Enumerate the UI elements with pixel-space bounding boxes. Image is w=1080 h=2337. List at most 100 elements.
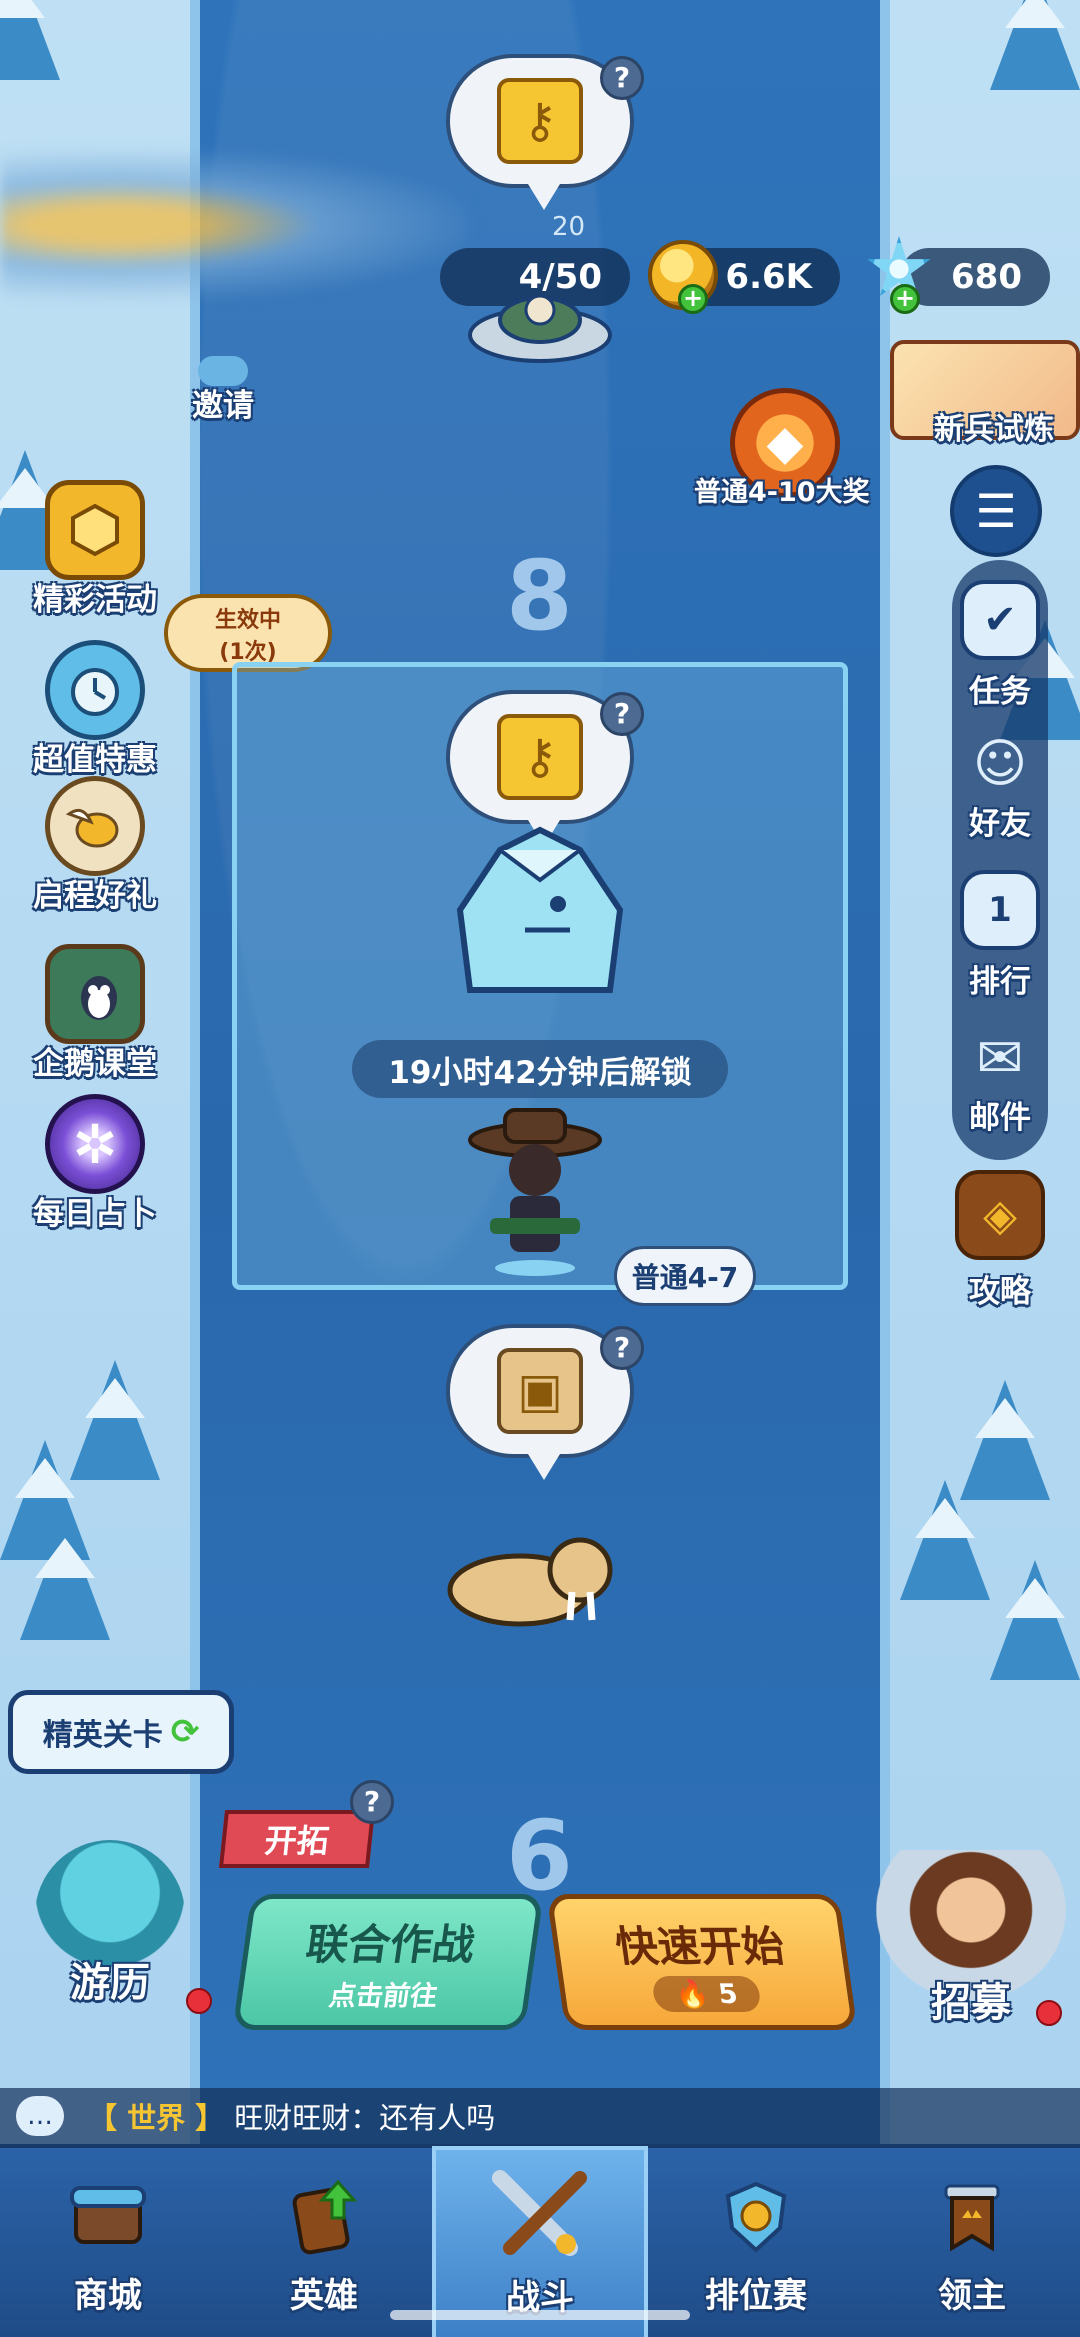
hero-card-icon	[216, 2178, 432, 2268]
quick-start-cost: 🔥 5	[650, 1975, 762, 2012]
chest-reward-icon: ▣	[497, 1348, 583, 1434]
recruit-trial-banner[interactable]: 新兵试炼	[890, 340, 1080, 447]
nav-shop[interactable]: 商城	[0, 2148, 216, 2337]
travel-button[interactable]: 游历	[10, 1840, 210, 2008]
joint-battle-subtitle: 点击前往	[326, 1981, 440, 2012]
pioneer-tag[interactable]: 开拓	[218, 1810, 376, 1868]
menu-icon: ☰	[975, 484, 1017, 538]
quick-start-cost-value: 5	[716, 1978, 740, 2010]
pine-tree	[900, 1480, 990, 1600]
pine-tree	[20, 1520, 110, 1640]
world-chat-bar[interactable]: … 【 世界 】 旺财旺财：还有人吗	[0, 2088, 1080, 2144]
travel-label: 游历	[70, 1960, 150, 2006]
friends-button[interactable]: ☺ 好友	[942, 724, 1058, 843]
recruit-notification-dot	[1036, 2000, 1062, 2026]
recruit-trial-label: 新兵试炼	[934, 412, 1054, 447]
ranking-label: 排行	[969, 964, 1031, 1000]
flame-icon: 🔥	[673, 1978, 712, 2010]
shop-chest-icon	[0, 2178, 216, 2268]
mail-label: 邮件	[969, 1100, 1031, 1136]
current-stage-tag: 普通4-7	[614, 1246, 756, 1306]
ranking-button[interactable]: 1 排行	[942, 870, 1058, 1001]
unlock-timer: 19小时42分钟后解锁	[352, 1040, 728, 1098]
treasure-chest-icon	[45, 480, 145, 580]
grand-prize-label: 普通4-10大奖	[694, 477, 870, 508]
gem-value: 680	[951, 257, 1022, 297]
invite-label: 邀请	[192, 388, 254, 424]
pine-tree	[990, 0, 1080, 90]
clipboard-icon: ✔	[960, 580, 1040, 660]
ice-yeti-boss[interactable]	[430, 820, 650, 1000]
tasks-label: 任务	[969, 674, 1031, 710]
gem-counter[interactable]: 680	[900, 248, 1050, 306]
daily-divination-button[interactable]: ✲ 每日占卜	[20, 1094, 170, 1233]
crystal-prize-icon: ◆	[766, 415, 804, 471]
help-icon[interactable]: ?	[600, 56, 644, 100]
joint-battle-button[interactable]: 联合作战 点击前往	[232, 1894, 544, 2030]
player-profile-blurred[interactable]	[0, 150, 470, 300]
level-badge: 20	[552, 212, 586, 242]
refresh-icon: ⟳	[170, 1712, 200, 1752]
nav-battle[interactable]: 战斗	[432, 2146, 648, 2337]
add-gems-button[interactable]: +	[890, 284, 920, 314]
journey-gift-label: 启程好礼	[33, 878, 157, 914]
envelope-icon: ✉	[976, 1025, 1024, 1091]
stopwatch-icon	[45, 640, 145, 740]
help-icon[interactable]: ?	[600, 692, 644, 736]
penguin-class-button[interactable]: 企鹅课堂	[20, 944, 170, 1083]
penguin-class-label: 企鹅课堂	[33, 1046, 157, 1082]
tasks-button[interactable]: ✔ 任务	[942, 580, 1058, 711]
chat-channel: 【 世界 】	[88, 2101, 225, 2135]
travel-notification-dot	[186, 1988, 212, 2014]
lord-banner-icon	[864, 2178, 1080, 2268]
home-indicator[interactable]	[390, 2310, 690, 2320]
elite-stages-label: 精英关卡	[42, 1718, 163, 1753]
crystal-ball-icon: ✲	[45, 1094, 145, 1194]
deals-label: 超值特惠	[33, 742, 157, 778]
elite-stages-button[interactable]: 精英关卡 ⟳	[8, 1690, 234, 1774]
penguin-teacher-icon	[45, 944, 145, 1044]
guide-button[interactable]: ◈ 攻略	[942, 1170, 1058, 1311]
guide-label: 攻略	[969, 1274, 1031, 1310]
chat-icon[interactable]: …	[16, 2096, 64, 2136]
friends-label: 好友	[969, 806, 1031, 842]
help-icon[interactable]: ?	[600, 1326, 644, 1370]
add-coins-button[interactable]: +	[678, 284, 708, 314]
daily-divination-label: 每日占卜	[33, 1196, 157, 1232]
turtle-enemy[interactable]	[460, 280, 620, 370]
winged-bird-icon	[45, 776, 145, 876]
bottom-navigation: 商城 英雄 战斗 排位赛 领主	[0, 2144, 1080, 2337]
nav-shop-label: 商城	[74, 2276, 142, 2316]
key-reward-icon: ⚷	[497, 78, 583, 164]
invite-button[interactable]: 邀请	[168, 356, 278, 425]
nav-heroes[interactable]: 英雄	[216, 2148, 432, 2337]
active-buff-title: 生效中	[214, 608, 281, 633]
guide-book-icon: ◈	[955, 1170, 1045, 1260]
nav-lord-label: 领主	[938, 2276, 1006, 2316]
pine-tree	[990, 1560, 1080, 1680]
active-buff-badge[interactable]: 生效中 (1次)	[164, 594, 332, 672]
pine-tree	[0, 0, 60, 80]
help-icon[interactable]: ?	[350, 1780, 394, 1824]
joint-battle-title: 联合作战	[303, 1920, 478, 1969]
key-reward-icon: ⚷	[497, 714, 583, 800]
nav-lord[interactable]: 领主	[864, 2148, 1080, 2337]
chat-message: 旺财旺财：还有人吗	[234, 2101, 496, 2135]
quick-start-title: 快速开始	[612, 1921, 788, 1971]
nav-ranked[interactable]: 排位赛	[648, 2148, 864, 2337]
stage-number-upper: 8	[506, 540, 573, 652]
podium-icon: 1	[960, 870, 1040, 950]
events-label: 精彩活动	[33, 582, 157, 618]
mail-button[interactable]: ✉ 邮件	[942, 1018, 1058, 1137]
friends-icon: ☺	[972, 734, 1028, 794]
ranked-shield-icon	[648, 2178, 864, 2268]
quick-start-button[interactable]: 快速开始 🔥 5	[546, 1894, 858, 2030]
sabertooth-enemy[interactable]	[440, 1520, 620, 1640]
cowboy-hero[interactable]	[460, 1100, 610, 1280]
events-button[interactable]: 精彩活动	[20, 480, 170, 619]
journey-gift-button[interactable]: 启程好礼	[10, 776, 180, 915]
menu-hamburger-button[interactable]: ☰	[950, 465, 1042, 557]
coin-value: 6.6K	[725, 257, 812, 297]
deals-button[interactable]: 超值特惠	[20, 640, 170, 779]
crossed-weapons-icon	[436, 2158, 644, 2270]
